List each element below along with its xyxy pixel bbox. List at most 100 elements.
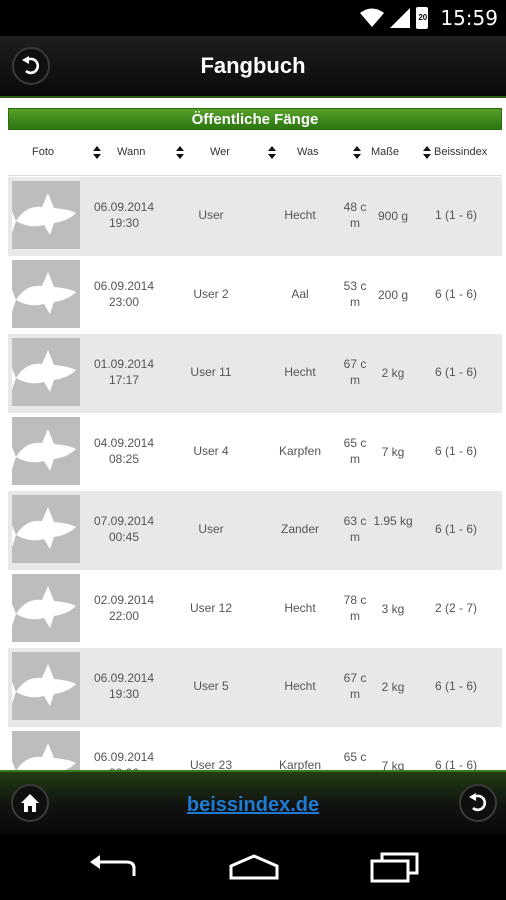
row-length: 65 cm xyxy=(343,749,367,771)
table-row[interactable]: 06.09.2014 19:30 User Hecht 48 cm 900 g … xyxy=(8,177,502,256)
nav-home-icon[interactable] xyxy=(227,854,281,880)
fish-photo[interactable] xyxy=(12,573,80,642)
page-title: Fangbuch xyxy=(200,53,306,78)
column-header-wann[interactable]: Wann xyxy=(117,132,145,176)
fish-photo[interactable] xyxy=(12,259,80,328)
table-row[interactable]: 04.09.2014 08:25 User 4 Karpfen 65 cm 7 … xyxy=(8,412,502,491)
row-date: 06.09.2014 19:30 xyxy=(93,200,155,230)
app-header: Fangbuch xyxy=(0,36,506,98)
row-weight: 7 kg xyxy=(381,444,405,459)
row-length: 53 cm xyxy=(343,278,367,309)
sort-masse-icon[interactable] xyxy=(352,146,362,160)
system-nav-bar xyxy=(0,834,506,900)
status-time: 15:59 xyxy=(440,6,498,30)
table-row[interactable]: 06.09.2014 23:00 User 23 Karpfen 65 cm 7… xyxy=(8,726,502,771)
row-species: Hecht xyxy=(284,208,316,222)
sort-was-icon[interactable] xyxy=(267,146,277,160)
website-link[interactable]: beissindex.de xyxy=(0,794,506,817)
row-weight: 3 kg xyxy=(381,601,405,616)
fish-photo[interactable] xyxy=(12,495,80,563)
wifi-icon xyxy=(360,8,385,27)
row-index: 6 (1 - 6) xyxy=(434,757,477,771)
row-date: 06.09.2014 23:00 xyxy=(93,749,155,771)
fish-photo[interactable] xyxy=(12,416,80,485)
fish-photo[interactable] xyxy=(12,652,80,720)
table-row[interactable]: 07.09.2014 00:45 User Zander 63 cm 1.95 … xyxy=(8,491,502,570)
table-row[interactable]: 06.09.2014 19:30 User 5 Hecht 67 cm 2 kg… xyxy=(8,648,502,727)
fish-placeholder-icon xyxy=(12,507,76,549)
row-index: 6 (1 - 6) xyxy=(434,365,477,379)
row-length: 63 cm xyxy=(343,514,367,544)
sort-wann-icon[interactable] xyxy=(92,146,102,160)
fish-placeholder-icon xyxy=(12,664,76,706)
table-row[interactable]: 01.09.2014 17:17 User 11 Hecht 67 cm 2 k… xyxy=(8,334,502,413)
row-user: User 4 xyxy=(193,443,229,458)
section-title: Öffentliche Fänge xyxy=(8,108,502,130)
row-index: 6 (1 - 6) xyxy=(434,443,477,458)
row-species: Hecht xyxy=(284,600,316,615)
fish-photo[interactable] xyxy=(12,338,80,406)
fish-placeholder-icon xyxy=(12,193,76,235)
row-index: 6 (1 - 6) xyxy=(434,286,477,301)
row-date: 04.09.2014 08:25 xyxy=(93,435,155,466)
column-header-foto: Foto xyxy=(32,146,55,158)
catch-list: 06.09.2014 19:30 User Hecht 48 cm 900 g … xyxy=(8,177,502,770)
row-species: Karpfen xyxy=(278,757,322,771)
nav-recents-icon[interactable] xyxy=(370,851,420,883)
row-species: Karpfen xyxy=(278,443,322,458)
table-row[interactable]: 06.09.2014 23:00 User 2 Aal 53 cm 200 g … xyxy=(8,255,502,334)
row-species: Aal xyxy=(291,286,309,301)
row-species: Hecht xyxy=(284,365,316,379)
row-length: 67 cm xyxy=(343,671,367,701)
row-weight: 900 g xyxy=(377,209,409,223)
signal-icon xyxy=(390,8,411,28)
back-arrow-icon xyxy=(469,793,487,812)
table-row[interactable]: 02.09.2014 22:00 User 12 Hecht 78 cm 3 k… xyxy=(8,569,502,648)
row-species: Hecht xyxy=(284,679,316,693)
row-length: 67 cm xyxy=(343,357,367,387)
footer-back-button[interactable] xyxy=(459,784,497,822)
column-header-masse[interactable]: Maße xyxy=(371,132,399,176)
row-user: User xyxy=(198,522,224,536)
row-weight: 200 g xyxy=(377,287,409,302)
row-user: User 11 xyxy=(190,365,232,379)
column-header-wer[interactable]: Wer xyxy=(210,132,230,176)
row-date: 06.09.2014 19:30 xyxy=(93,671,155,701)
row-user: User 5 xyxy=(193,679,229,693)
row-index: 6 (1 - 6) xyxy=(434,679,477,693)
fish-placeholder-icon xyxy=(12,742,76,770)
fish-placeholder-icon xyxy=(12,428,76,471)
row-date: 07.09.2014 00:45 xyxy=(93,514,155,544)
row-date: 02.09.2014 22:00 xyxy=(93,592,155,623)
app-footer: beissindex.de xyxy=(0,770,506,834)
status-bar: 20 15:59 xyxy=(0,0,506,36)
row-length: 78 cm xyxy=(343,592,367,623)
fish-placeholder-icon xyxy=(12,585,76,628)
column-header-beissindex[interactable]: Beissindex xyxy=(434,132,487,176)
fish-placeholder-icon xyxy=(12,271,76,314)
fish-placeholder-icon xyxy=(12,350,76,392)
row-weight: 2 kg xyxy=(381,680,405,694)
table-header: Foto Wann Wer Was Maße Beissindex xyxy=(8,132,502,176)
fish-photo[interactable] xyxy=(12,730,80,770)
row-weight: 7 kg xyxy=(381,758,405,771)
nav-back-icon[interactable] xyxy=(86,854,138,880)
row-length: 48 cm xyxy=(343,200,367,230)
row-user: User 2 xyxy=(193,286,229,301)
sort-beissindex-icon[interactable] xyxy=(422,146,432,160)
row-user: User 23 xyxy=(189,757,233,771)
row-user: User 12 xyxy=(189,600,233,615)
battery-level: 20 xyxy=(418,13,428,22)
sort-wer-icon[interactable] xyxy=(175,146,185,160)
column-header-was[interactable]: Was xyxy=(297,132,319,176)
row-species: Zander xyxy=(280,522,320,536)
row-user: User xyxy=(198,208,224,222)
row-weight: 1.95 kg xyxy=(373,514,413,528)
row-length: 65 cm xyxy=(343,435,367,466)
row-index: 1 (1 - 6) xyxy=(434,208,477,222)
row-index: 2 (2 - 7) xyxy=(434,600,477,615)
main-content[interactable]: Öffentliche Fänge Foto Wann Wer Was Maße… xyxy=(0,98,506,770)
row-index: 6 (1 - 6) xyxy=(434,522,477,536)
status-icons: 20 15:59 xyxy=(360,0,498,36)
fish-photo[interactable] xyxy=(12,181,80,249)
